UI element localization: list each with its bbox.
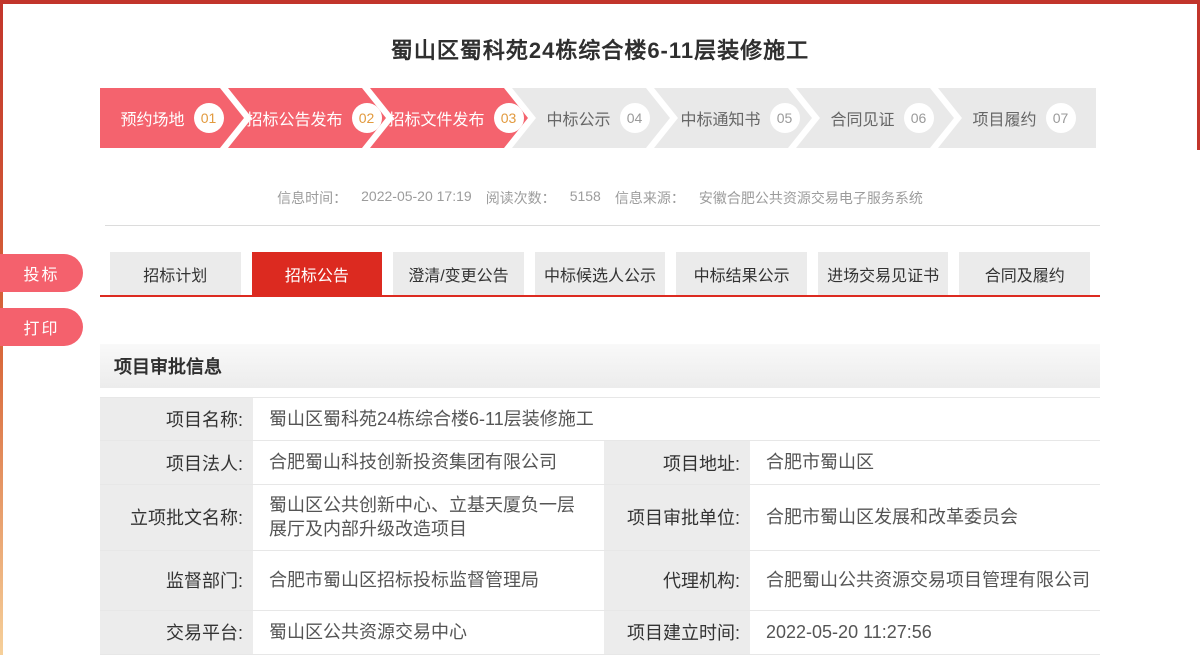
step-label: 招标文件发布 — [388, 106, 484, 130]
step-tender-announcement[interactable]: 招标公告发布 02 — [228, 88, 386, 148]
top-accent-border — [0, 0, 1200, 4]
horizontal-divider — [105, 225, 1100, 226]
field-label-agency: 代理机构: — [602, 551, 752, 610]
table-row: 项目名称: 蜀山区蜀科苑24栋综合楼6-11层装修施工 — [100, 397, 1100, 441]
step-contract-witness[interactable]: 合同见证 06 — [796, 88, 954, 148]
step-label: 招标公告发布 — [246, 106, 342, 130]
step-label: 预约场地 — [120, 106, 184, 130]
field-value-project-name: 蜀山区蜀科苑24栋综合楼6-11层装修施工 — [255, 398, 1100, 440]
project-approval-table: 项目名称: 蜀山区蜀科苑24栋综合楼6-11层装修施工 项目法人: 合肥蜀山科技… — [100, 397, 1100, 655]
tab-bar-underline — [100, 295, 1100, 297]
print-button[interactable]: 打印 — [0, 308, 83, 346]
info-views-value: 5158 — [570, 188, 601, 208]
field-label-supervision-dept: 监督部门: — [100, 551, 255, 610]
tab-tender-plan[interactable]: 招标计划 — [110, 252, 241, 295]
tab-tender-announcement[interactable]: 招标公告 — [252, 252, 383, 295]
step-label: 中标公示 — [546, 106, 610, 130]
table-row: 立项批文名称: 蜀山区公共创新中心、立基天厦负一层展厅及内部升级改造项目 项目审… — [100, 485, 1100, 551]
field-value-legal-person: 合肥蜀山科技创新投资集团有限公司 — [255, 441, 602, 484]
field-label-legal-person: 项目法人: — [100, 441, 255, 484]
step-number-badge: 06 — [904, 103, 934, 133]
step-number-badge: 04 — [620, 103, 650, 133]
tab-bar: 招标计划 招标公告 澄清/变更公告 中标候选人公示 中标结果公示 进场交易见证书… — [110, 252, 1090, 295]
step-label: 合同见证 — [830, 106, 894, 130]
meta-info-bar: 信息时间： 2022-05-20 17:19 阅读次数： 5158 信息来源： … — [0, 188, 1200, 208]
table-row: 项目法人: 合肥蜀山科技创新投资集团有限公司 项目地址: 合肥市蜀山区 — [100, 441, 1100, 485]
table-row: 交易平台: 蜀山区公共资源交易中心 项目建立时间: 2022-05-20 11:… — [100, 611, 1100, 655]
page: 蜀山区蜀科苑24栋综合楼6-11层装修施工 预约场地 01 招标公告发布 02 … — [0, 0, 1200, 655]
step-number-badge: 05 — [770, 103, 800, 133]
step-number-badge: 02 — [352, 103, 382, 133]
info-time-value: 2022-05-20 17:19 — [361, 188, 472, 208]
info-views-label: 阅读次数： — [486, 188, 556, 208]
page-title: 蜀山区蜀科苑24栋综合楼6-11层装修施工 — [0, 33, 1200, 65]
tab-candidate-publicity[interactable]: 中标候选人公示 — [535, 252, 666, 295]
step-label: 中标通知书 — [680, 106, 760, 130]
field-value-trading-platform: 蜀山区公共资源交易中心 — [255, 611, 602, 654]
bid-button[interactable]: 投标 — [0, 254, 83, 292]
step-number-badge: 07 — [1046, 103, 1076, 133]
field-value-project-address: 合肥市蜀山区 — [752, 441, 1100, 484]
field-label-project-name: 项目名称: — [100, 398, 255, 440]
field-label-project-address: 项目地址: — [602, 441, 752, 484]
field-value-project-create-time: 2022-05-20 11:27:56 — [752, 611, 1100, 654]
info-source-label: 信息来源： — [615, 188, 685, 208]
info-time-label: 信息时间： — [277, 188, 347, 208]
tab-entry-certificate[interactable]: 进场交易见证书 — [818, 252, 949, 295]
step-number-badge: 01 — [194, 103, 224, 133]
tab-contract-performance[interactable]: 合同及履约 — [959, 252, 1090, 295]
tab-clarification-change[interactable]: 澄清/变更公告 — [393, 252, 524, 295]
table-row: 监督部门: 合肥市蜀山区招标投标监督管理局 代理机构: 合肥蜀山公共资源交易项目… — [100, 551, 1100, 611]
info-source-value: 安徽合肥公共资源交易电子服务系统 — [699, 188, 923, 208]
field-value-approval-unit: 合肥市蜀山区发展和改革委员会 — [752, 485, 1100, 550]
step-project-performance[interactable]: 项目履约 07 — [938, 88, 1096, 148]
section-title-project-approval: 项目审批信息 — [100, 344, 1100, 388]
field-value-approval-doc-name: 蜀山区公共创新中心、立基天厦负一层展厅及内部升级改造项目 — [255, 485, 602, 550]
progress-steps: 预约场地 01 招标公告发布 02 招标文件发布 03 中标公示 04 中标通知… — [100, 88, 1096, 148]
field-label-trading-platform: 交易平台: — [100, 611, 255, 654]
step-reserve-venue[interactable]: 预约场地 01 — [100, 88, 244, 148]
field-label-project-create-time: 项目建立时间: — [602, 611, 752, 654]
step-label: 项目履约 — [972, 106, 1036, 130]
field-label-approval-doc-name: 立项批文名称: — [100, 485, 255, 550]
step-tender-documents[interactable]: 招标文件发布 03 — [370, 88, 528, 148]
field-label-approval-unit: 项目审批单位: — [602, 485, 752, 550]
step-number-badge: 03 — [494, 103, 524, 133]
step-winner-publicity[interactable]: 中标公示 04 — [512, 88, 670, 148]
tab-result-publicity[interactable]: 中标结果公示 — [676, 252, 807, 295]
field-value-supervision-dept: 合肥市蜀山区招标投标监督管理局 — [255, 551, 602, 610]
field-value-agency: 合肥蜀山公共资源交易项目管理有限公司 — [752, 551, 1100, 610]
step-winner-notice[interactable]: 中标通知书 05 — [654, 88, 812, 148]
